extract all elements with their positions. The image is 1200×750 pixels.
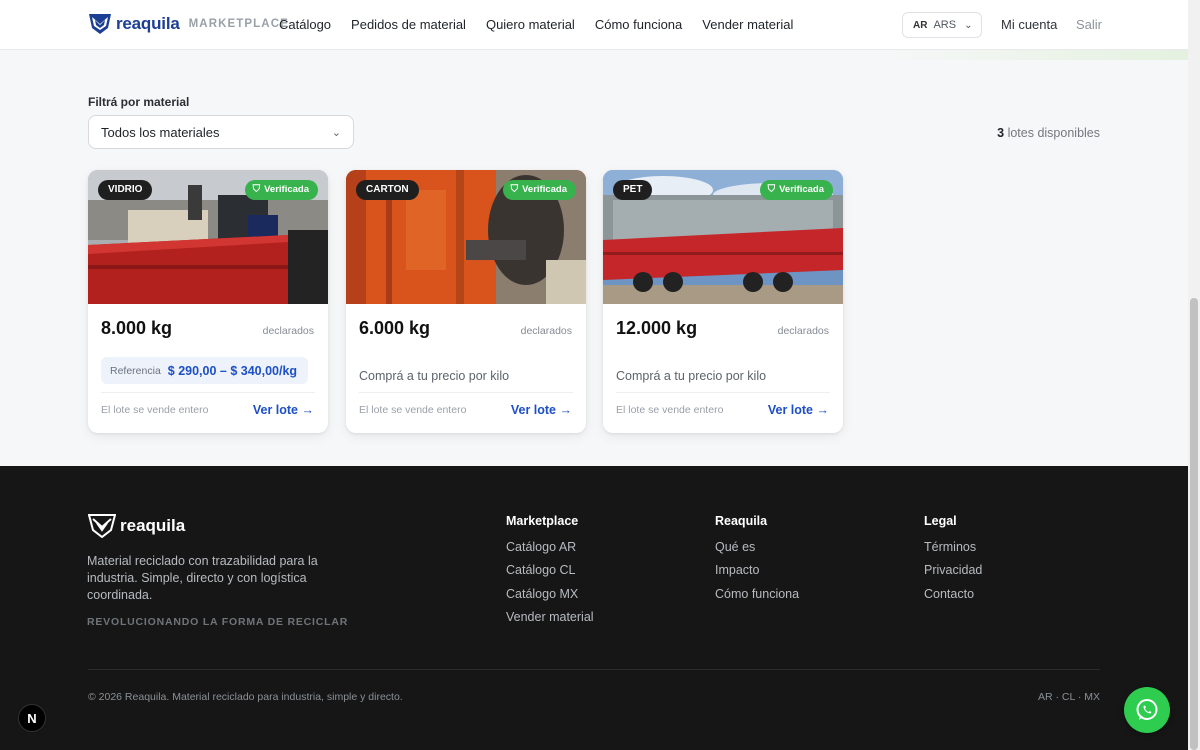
lot-weight: 12.000 kg [616,318,698,338]
brand-tagline: MARKETPLACE [188,18,289,30]
footer-link-que-es[interactable]: Qué es [715,540,799,555]
arrow-right-icon: → [301,403,315,417]
view-lot-link[interactable]: Ver lote → [768,403,829,417]
buy-at-your-price: Comprá a tu precio por kilo [616,369,767,383]
reference-range: $ 290,00 – $ 340,00/kg [167,363,298,378]
lot-card-pet[interactable]: PET ⛉ Verificada 12.000 kg declarados Co… [603,170,843,433]
nav-pedidos-de-material[interactable]: Pedidos de material [351,17,466,32]
nav-quiero-material[interactable]: Quiero material [486,17,575,32]
material-badge: PET [613,180,653,200]
lot-photo: VIDRIO ⛉ Verificada [88,170,328,304]
footer-column-title: Marketplace [506,514,579,528]
filter-label: Filtrá por material [88,95,190,109]
view-lot-label: Ver lote [252,403,299,417]
view-lot-link[interactable]: Ver lote → [253,403,314,417]
whatsapp-button[interactable] [1124,687,1170,733]
footer-column-title: Legal [924,514,957,528]
footer-link-vender-material[interactable]: Vender material [506,610,594,625]
footer-link-catalogo-mx[interactable]: Catálogo MX [506,587,594,602]
footer-link-contacto[interactable]: Contacto [924,587,982,602]
material-filter-select[interactable]: Todos los materiales ⌄ [88,115,354,149]
shield-check-icon: ⛉ [767,184,776,195]
view-lot-label: Ver lote [510,403,557,417]
verified-label: Verificada [522,184,567,195]
footer-column-title: Reaquila [715,514,768,528]
footer-logo[interactable]: reaquila [88,514,185,538]
site-footer: reaquila Material reciclado con trazabil… [0,466,1188,750]
lot-weight-declared: declarados [520,325,572,337]
footer-column-reaquila: Reaquila Qué es Impacto Cómo funciona [715,514,799,610]
view-lot-label: Ver lote [767,403,814,417]
available-lots-count: 3 lotes disponibles [997,126,1100,140]
brand-logo[interactable]: reaquila MARKETPLACE [88,13,289,35]
nav-como-funciona[interactable]: Cómo funciona [595,17,682,32]
lot-photo: CARTON ⛉ Verificada [346,170,586,304]
verified-badge: ⛉ Verificada [244,180,318,200]
lots-count-number: 3 [997,126,1005,140]
buy-at-your-price: Comprá a tu precio por kilo [359,369,510,383]
shield-check-icon: ⛉ [252,184,261,195]
nav-vender-material[interactable]: Vender material [702,17,793,32]
chevron-down-icon: ⌄ [964,19,973,31]
footer-divider [88,669,1100,670]
nav-catalogo[interactable]: Catálogo [279,17,331,32]
material-filter-value: Todos los materiales [101,124,220,140]
main-nav: Catálogo Pedidos de material Quiero mate… [279,17,813,32]
footer-link-catalogo-ar[interactable]: Catálogo AR [506,540,594,555]
lot-sold-whole: El lote se vende entero [101,404,209,416]
footer-link-impacto[interactable]: Impacto [715,563,799,578]
eagle-shield-logo-icon [88,514,116,538]
footer-regions: AR · CL · MX [1037,691,1100,703]
page-scrollbar[interactable] [1188,0,1200,750]
footer-brand-name: reaquila [120,516,186,535]
lots-count-suffix: lotes disponibles [1007,126,1100,140]
my-account-link[interactable]: Mi cuenta [1001,17,1057,32]
footer-link-como-funciona[interactable]: Cómo funciona [715,587,799,602]
scrollbar-thumb[interactable] [1190,298,1198,750]
currency-code: ARS [933,19,957,31]
lot-sold-whole: El lote se vende entero [359,404,467,416]
footer-column-legal: Legal Términos Privacidad Contacto [924,514,982,610]
verified-badge: ⛉ Verificada [502,180,576,200]
lot-weight-declared: declarados [777,325,829,337]
arrow-right-icon: → [559,403,573,417]
footer-link-terminos[interactable]: Términos [924,540,982,555]
footer-description: Material reciclado con trazabilidad para… [87,554,318,602]
eagle-shield-logo-icon [89,14,111,34]
lot-photo: PET ⛉ Verificada [603,170,843,304]
whatsapp-icon [1136,699,1158,720]
material-badge: VIDRIO [98,180,153,200]
chevron-down-icon: ⌄ [331,127,341,139]
lot-weight: 6.000 kg [359,318,431,338]
country-code: AR [913,19,928,31]
arrow-right-icon: → [816,403,830,417]
reference-label: Referencia [110,364,161,377]
lot-card-vidrio[interactable]: VIDRIO ⛉ Verificada 8.000 kg declarados … [88,170,328,433]
footer-link-catalogo-cl[interactable]: Catálogo CL [506,563,594,578]
dev-tools-badge[interactable]: N [18,704,46,732]
lot-sold-whole: El lote se vende entero [616,404,724,416]
card-divider [616,392,830,393]
material-badge: CARTON [356,180,419,200]
shield-check-icon: ⛉ [510,184,519,195]
lot-weight-declared: declarados [262,325,314,337]
footer-column-marketplace: Marketplace Catálogo AR Catálogo CL Catá… [506,514,594,633]
verified-label: Verificada [264,184,309,195]
view-lot-link[interactable]: Ver lote → [511,403,572,417]
footer-slogan: REVOLUCIONANDO LA FORMA DE RECICLAR [87,616,349,628]
footer-copyright: © 2026 Reaquila. Material reciclado para… [88,691,403,703]
verified-label: Verificada [779,184,824,195]
country-currency-selector[interactable]: AR ARS ⌄ [902,12,982,38]
lot-weight: 8.000 kg [101,318,173,338]
top-navbar: reaquila MARKETPLACE Catálogo Pedidos de… [0,0,1188,60]
card-divider [101,392,315,393]
card-divider [359,392,573,393]
reference-price: Referencia $ 290,00 – $ 340,00/kg [101,357,308,384]
lot-card-carton[interactable]: CARTON ⛉ Verificada 6.000 kg declarados … [346,170,586,433]
verified-badge: ⛉ Verificada [759,180,833,200]
brand-name: reaquila [116,14,180,33]
logout-link[interactable]: Salir [1076,17,1102,32]
footer-link-privacidad[interactable]: Privacidad [924,563,982,578]
